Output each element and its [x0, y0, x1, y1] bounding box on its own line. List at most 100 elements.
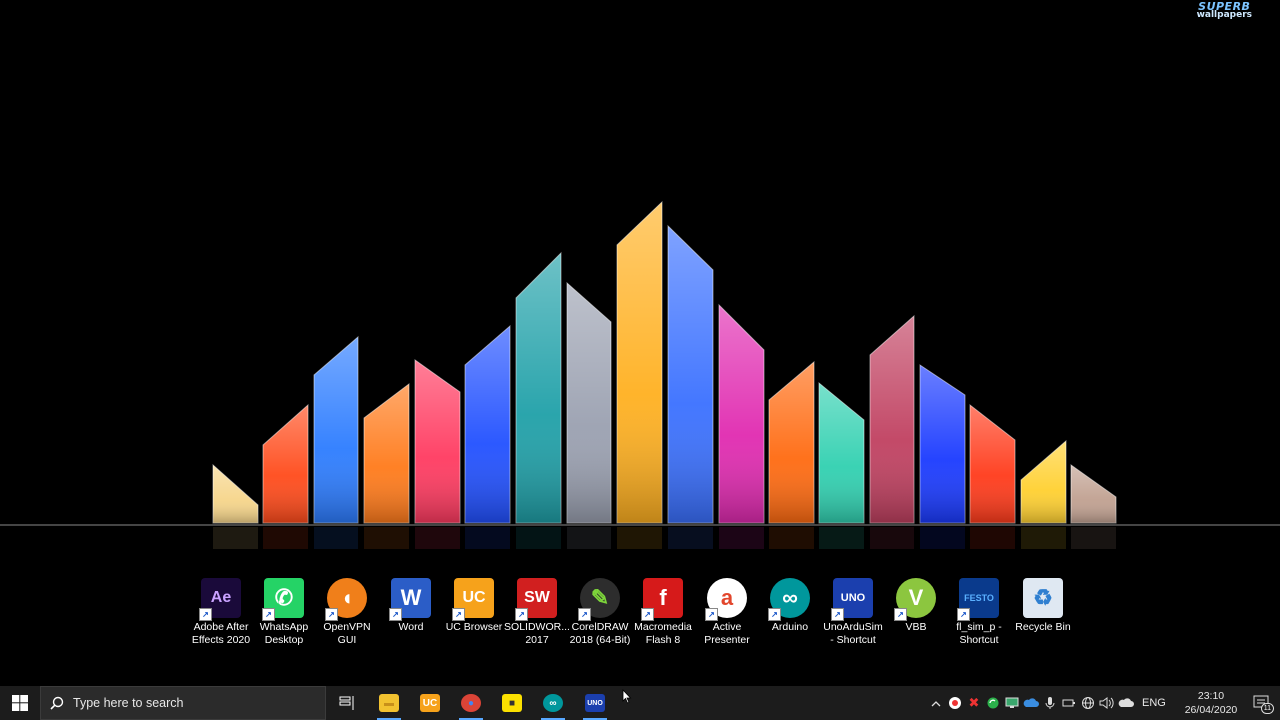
taskbar-app-unoardusim[interactable]: UNO — [575, 686, 615, 720]
desktop-icon-label: Word — [398, 621, 424, 633]
wallpaper-crystal-shine — [314, 337, 358, 523]
language-indicator[interactable]: ENG — [1142, 697, 1166, 709]
wallpaper-reflection — [719, 527, 764, 549]
icon-glyph: ✆ — [274, 585, 294, 610]
taskbar-app-sticky-notes[interactable]: ■ — [492, 686, 532, 720]
icon-glyph: ∞ — [782, 585, 798, 610]
start-button[interactable] — [0, 686, 40, 720]
desktop-icon-macromedia-flash-8[interactable]: f ↗ Macromedia Flash 8 — [630, 576, 696, 647]
wallpaper-reflection — [567, 527, 611, 549]
wallpaper-reflection — [1071, 527, 1116, 549]
volume-icon[interactable] — [1099, 695, 1115, 711]
wallpaper-crystal-shine — [213, 465, 258, 523]
wallpaper-crystal-shine — [1021, 441, 1066, 523]
shortcut-arrow-icon: ↗ — [515, 608, 528, 621]
desktop-icon-vbb[interactable]: V ↗ VBB — [883, 576, 949, 634]
desktop-icon-openvpn-gui[interactable]: ◖ ↗ OpenVPN GUI — [314, 576, 380, 647]
battery-icon[interactable] — [1061, 695, 1077, 711]
desktop-icon-label: VBB — [905, 621, 927, 633]
network-error-icon[interactable]: ✖ — [966, 695, 982, 711]
wallpaper-crystal-shine — [668, 226, 713, 523]
record-app-icon[interactable] — [947, 695, 963, 711]
icon-glyph: f — [659, 585, 667, 610]
wallpaper-crystal-shine — [364, 384, 409, 523]
vbb-icon: V ↗ — [894, 578, 936, 621]
action-center-icon[interactable]: 11 — [1252, 694, 1274, 714]
openvpn-icon: ◖ ↗ — [325, 578, 367, 621]
wallpaper-reflection — [1021, 527, 1066, 549]
shortcut-arrow-icon: ↗ — [768, 608, 781, 621]
shortcut-arrow-icon: ↗ — [957, 608, 970, 621]
chrome-icon: ● — [461, 694, 481, 712]
desktop-icon-arduino[interactable]: ∞ ↗ Arduino — [757, 576, 823, 634]
wallpaper-reflection — [465, 527, 510, 549]
desktop-icon-label: Recycle Bin — [1015, 621, 1071, 633]
wallpaper-reflection — [364, 527, 409, 549]
microphone-icon[interactable] — [1042, 695, 1058, 711]
taskbar: Type here to search ▬ UC ● ■ ∞ UNO ✖ ENG… — [0, 686, 1280, 720]
festo-icon: FESTO ↗ — [957, 578, 999, 621]
desktop-icon-coreldraw-2018[interactable]: ✎ ↗ CorelDRAW 2018 (64-Bit) — [567, 576, 633, 647]
taskbar-app-chrome[interactable]: ● — [451, 686, 491, 720]
word-icon: W ↗ — [389, 578, 431, 621]
search-placeholder: Type here to search — [73, 696, 184, 710]
shortcut-arrow-icon: ↗ — [641, 608, 654, 621]
wallpaper-crystal-shine — [819, 383, 864, 523]
desktop-icon-adobe-after-effects[interactable]: Ae ↗ Adobe After Effects 2020 — [188, 576, 254, 647]
shortcut-arrow-icon: ↗ — [452, 608, 465, 621]
desktop-icon-label: Macromedia Flash 8 — [634, 621, 692, 646]
shortcut-arrow-icon: ↗ — [894, 608, 907, 621]
desktop-icon-active-presenter[interactable]: a ↗ Active Presenter — [694, 576, 760, 647]
flash-icon: f ↗ — [641, 578, 683, 621]
desktop-icon-label: OpenVPN GUI — [323, 621, 371, 646]
task-view-button[interactable] — [327, 686, 367, 720]
uc-browser-icon: UC ↗ — [452, 578, 494, 621]
desktop-icon-solidworks-2017[interactable]: SW ↗ SOLIDWOR... 2017 — [504, 576, 570, 647]
desktop-icon-recycle-bin[interactable]: ♻ Recycle Bin — [1010, 576, 1076, 634]
system-tray: ✖ ENG 23:10 26/04/2020 11 — [920, 686, 1280, 720]
wallpaper-reflection — [314, 527, 358, 549]
desktop-icon-unoardusim-shortcut[interactable]: UNO ↗ UnoArduSim - Shortcut — [820, 576, 886, 647]
whatsapp-icon: ✆ ↗ — [262, 578, 304, 621]
cloud-icon[interactable] — [1118, 695, 1134, 711]
wallpaper-reflection — [516, 527, 561, 549]
icon-glyph: V — [908, 585, 924, 610]
clock[interactable]: 23:10 26/04/2020 — [1178, 689, 1244, 717]
wallpaper-crystal-shine — [263, 405, 308, 523]
shortcut-arrow-icon: ↗ — [389, 608, 402, 621]
uc-browser-icon: UC — [420, 694, 440, 712]
task-view-icon — [339, 696, 354, 710]
wallpaper-crystal-shine — [567, 283, 611, 523]
display-icon[interactable] — [1004, 695, 1020, 711]
refresh-app-icon[interactable] — [985, 695, 1001, 711]
wallpaper-reflection — [970, 527, 1015, 549]
wallpaper-reflection — [769, 527, 814, 549]
taskbar-app-file-explorer[interactable]: ▬ — [369, 686, 409, 720]
wallpaper-crystal-shine — [415, 360, 460, 523]
network-globe-icon[interactable] — [1080, 695, 1096, 711]
desktop-icon-label: Arduino — [771, 621, 809, 633]
icon-glyph: FESTO — [964, 593, 994, 603]
icon-glyph: Ae — [210, 589, 232, 606]
show-hidden-icons-chevron[interactable] — [928, 695, 944, 711]
onedrive-icon[interactable] — [1023, 695, 1039, 711]
wallpaper-watermark: SUPERB wallpapers — [1197, 1, 1252, 20]
desktop-icon-fl-sim-p-shortcut[interactable]: FESTO ↗ fl_sim_p - Shortcut — [946, 576, 1012, 647]
solidworks-icon: SW ↗ — [515, 578, 557, 621]
clock-date: 26/04/2020 — [1184, 704, 1238, 716]
wallpaper-crystal-shine — [465, 326, 510, 523]
icon-glyph: ♻ — [1033, 585, 1053, 610]
after-effects-icon: Ae ↗ — [199, 578, 241, 621]
taskbar-search-box[interactable]: Type here to search — [40, 686, 326, 720]
desktop-icon-word[interactable]: W ↗ Word — [378, 576, 444, 634]
desktop-icon-whatsapp-desktop[interactable]: ✆ ↗ WhatsApp Desktop — [251, 576, 317, 647]
unoardusim-icon: UNO — [585, 694, 605, 712]
icon-glyph: ◖ — [340, 585, 354, 610]
desktop-icon-uc-browser[interactable]: UC ↗ UC Browser — [441, 576, 507, 634]
windows-logo-icon — [12, 695, 28, 711]
folder-icon: ▬ — [379, 694, 399, 712]
icon-glyph: UNO — [840, 592, 866, 604]
taskbar-app-arduino[interactable]: ∞ — [533, 686, 573, 720]
taskbar-app-uc-browser[interactable]: UC — [410, 686, 450, 720]
wallpaper-reflection — [668, 527, 713, 549]
